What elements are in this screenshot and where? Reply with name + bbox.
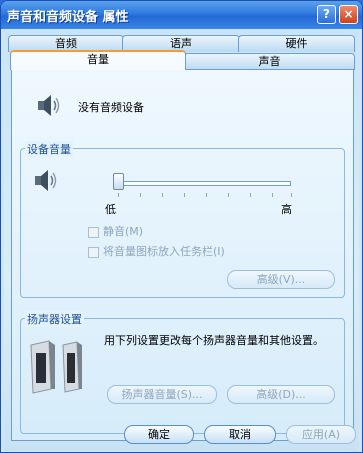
tray-icon-label: 将音量图标放入任务栏(I): [103, 245, 225, 258]
slider-tick: [184, 193, 185, 197]
mute-label: 静音(M): [103, 225, 144, 238]
title-bar[interactable]: 声音和音频设备 属性 ? ×: [1, 1, 362, 29]
slider-tick: [228, 193, 229, 197]
help-button[interactable]: ?: [317, 5, 336, 24]
speaker-settings-description: 用下列设置更改每个扬声器音量和其他设置。: [104, 334, 324, 347]
volume-slider-thumb[interactable]: [113, 173, 124, 190]
speaker-icon: [34, 92, 62, 120]
dialog-client-area: 音频 语声 硬件 音量 声音 没有音频设备 设备音量 低 高 静音(M) 将音量…: [4, 29, 359, 451]
tray-icon-option[interactable]: 将音量图标放入任务栏(I): [88, 243, 225, 258]
window-title: 声音和音频设备 属性: [7, 10, 129, 25]
speaker-settings-group: 扬声器设置 用下列设置更改每个扬声器音量和其他设置。 扬声器音量(S)... 高…: [20, 311, 345, 434]
slider-tick: [118, 193, 119, 197]
device-status-text: 没有音频设备: [78, 101, 144, 114]
tray-icon-checkbox[interactable]: [88, 246, 99, 258]
properties-window: 声音和音频设备 属性 ? × 音频 语声 硬件 音量 声音 没有音频设备 设备音…: [0, 0, 363, 453]
slider-low-label: 低: [105, 203, 116, 216]
volume-advanced-button[interactable]: 高级(V)...: [227, 270, 335, 289]
slider-tick: [206, 193, 207, 197]
slider-tick: [250, 193, 251, 197]
tab-volume[interactable]: 音量: [10, 50, 186, 70]
tab-sounds[interactable]: 声音: [184, 53, 355, 70]
speakers-icon: [27, 339, 87, 398]
speaker-advanced-button[interactable]: 高级(D)...: [227, 385, 335, 404]
mute-checkbox[interactable]: [88, 226, 99, 238]
speaker-volume-button[interactable]: 扬声器音量(S)...: [107, 385, 217, 404]
ok-button[interactable]: 确定: [124, 425, 194, 444]
tab-hardware[interactable]: 硬件: [238, 35, 355, 52]
mute-option[interactable]: 静音(M): [88, 223, 144, 238]
cancel-button[interactable]: 取消: [204, 425, 276, 444]
slider-tick: [140, 193, 141, 197]
slider-tick: [272, 193, 273, 197]
slider-high-label: 高: [281, 203, 292, 216]
close-button[interactable]: ×: [339, 5, 358, 24]
device-volume-label: 设备音量: [25, 141, 73, 157]
slider-tick: [291, 193, 292, 197]
tab-panel-volume: 没有音频设备 设备音量 低 高 静音(M) 将音量图标放入任务栏(I) 高级(V…: [11, 69, 354, 441]
device-volume-group: 设备音量 低 高 静音(M) 将音量图标放入任务栏(I) 高级(V)...: [20, 141, 345, 298]
speaker-settings-label: 扬声器设置: [25, 311, 84, 327]
volume-slider-track[interactable]: [113, 181, 291, 186]
apply-button[interactable]: 应用(A): [286, 425, 356, 444]
slider-tick: [162, 193, 163, 197]
volume-speaker-icon: [31, 167, 59, 195]
